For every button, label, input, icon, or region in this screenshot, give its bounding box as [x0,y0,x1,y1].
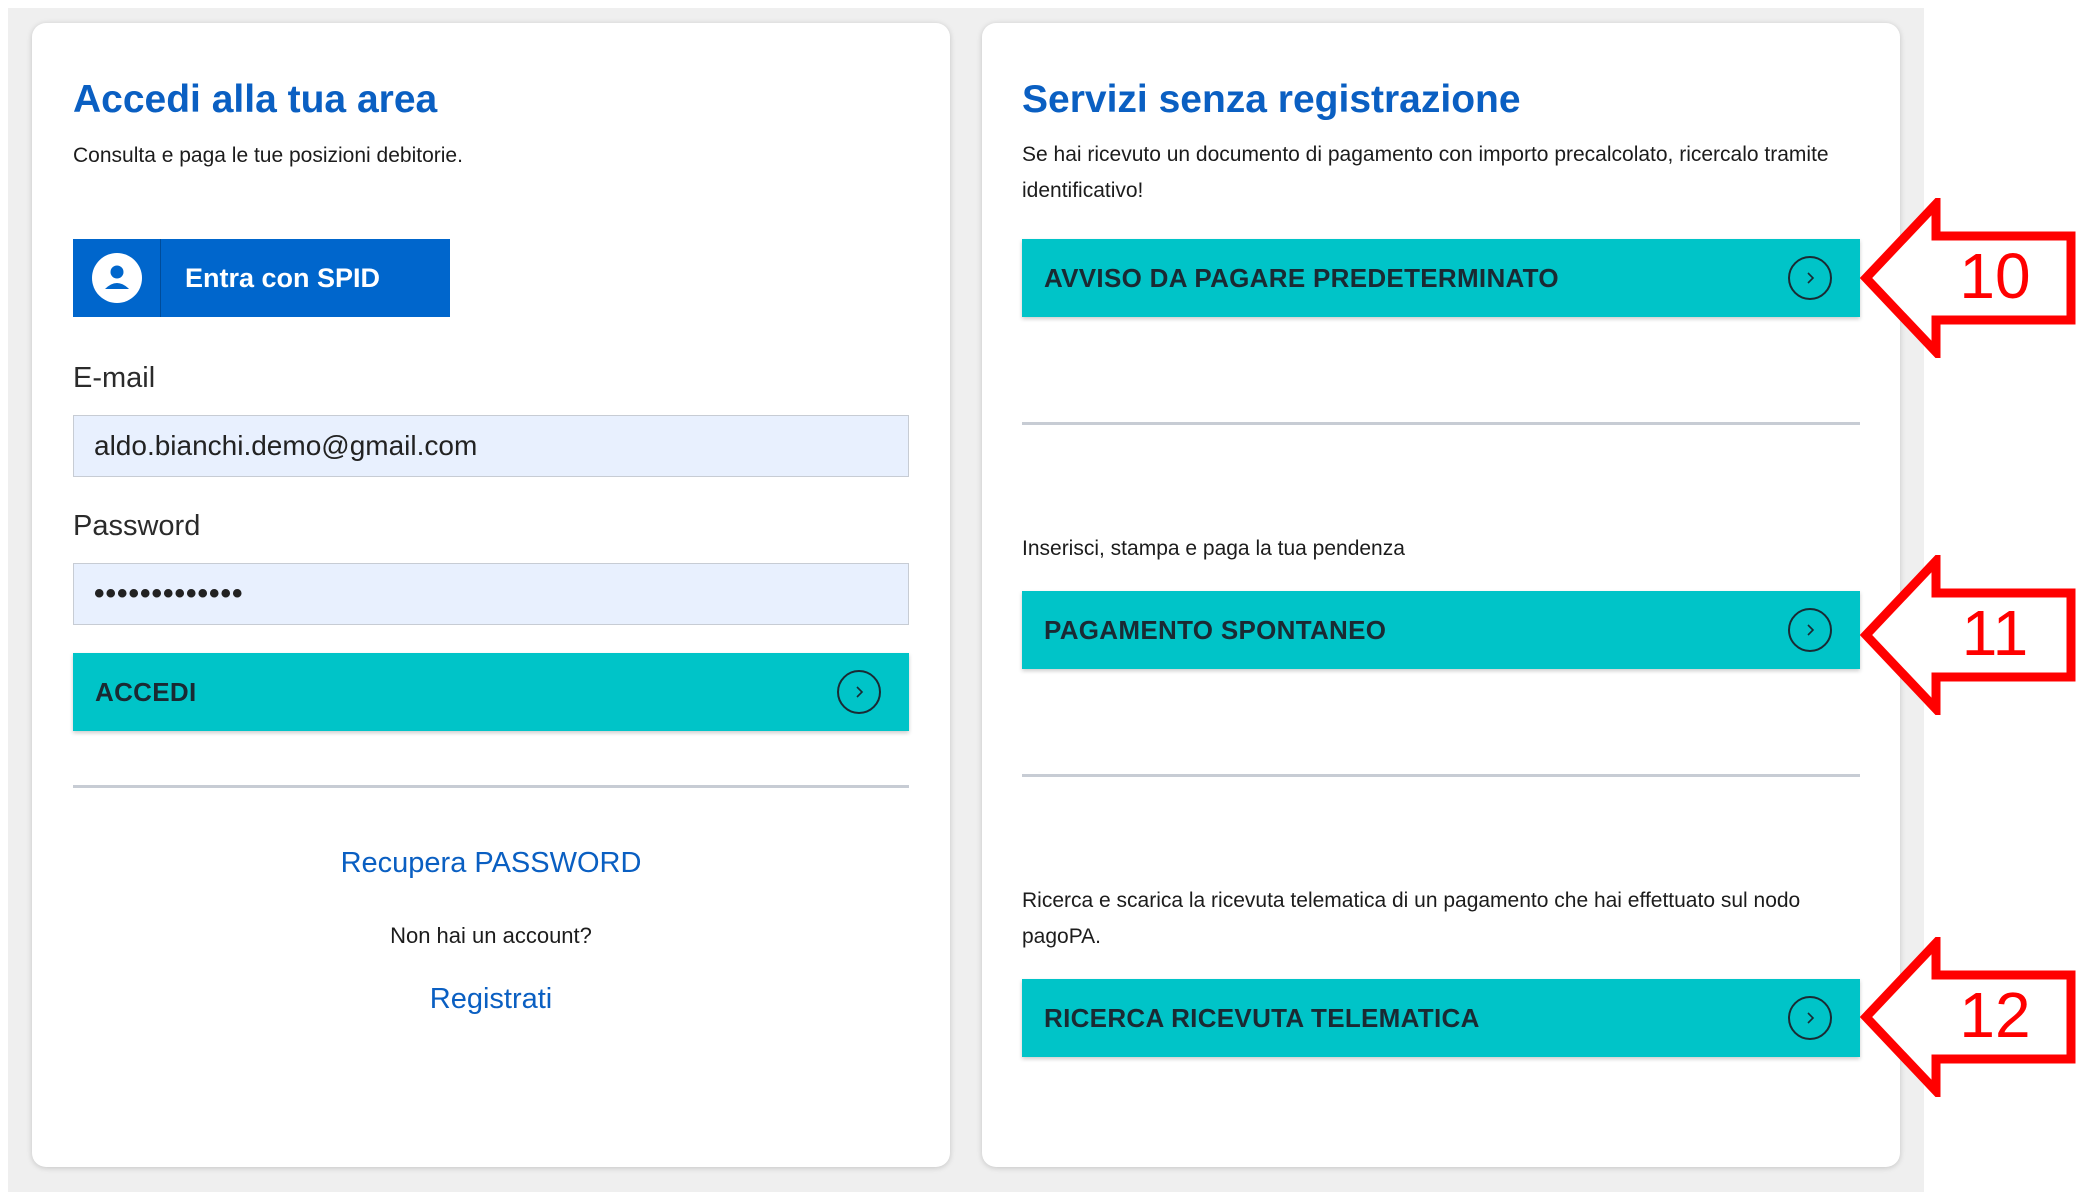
spid-icon-container [73,239,161,317]
service-description-spontaneo: Inserisci, stampa e paga la tua pendenza [1022,537,1405,560]
login-subtitle: Consulta e paga le tue posizioni debitor… [73,144,463,167]
accedi-button[interactable]: ACCEDI [73,653,909,731]
password-value: ••••••••••••• [94,577,244,610]
login-title: Accedi alla tua area [73,78,438,121]
ricerca-ricevuta-button[interactable]: RICERCA RICEVUTA TELEMATICA [1022,979,1860,1057]
login-divider [73,785,909,788]
email-field[interactable]: aldo.bianchi.demo@gmail.com [73,415,909,477]
callout-number: 11 [1961,597,2029,669]
services-title: Servizi senza registrazione [1022,78,1521,121]
password-field[interactable]: ••••••••••••• [73,563,909,625]
services-divider-1 [1022,422,1860,425]
accedi-label: ACCEDI [95,676,197,707]
service-description-avviso: Se hai ricevuto un documento di pagament… [1022,143,1829,202]
user-icon [91,253,142,303]
chevron-right-icon [1788,996,1832,1040]
avviso-predeterminato-button[interactable]: AVVISO DA PAGARE PREDETERMINATO [1022,239,1860,317]
password-label: Password [73,510,201,542]
pagamento-spontaneo-button[interactable]: PAGAMENTO SPONTANEO [1022,591,1860,669]
email-value: aldo.bianchi.demo@gmail.com [94,430,478,461]
recover-password-link[interactable]: Recupera PASSWORD [73,847,909,880]
services-divider-2 [1022,774,1860,777]
no-account-text: Non hai un account? [390,923,592,948]
chevron-right-icon [1788,256,1832,300]
spid-login-button[interactable]: Entra con SPID [73,239,450,317]
ricerca-ricevuta-label: RICERCA RICEVUTA TELEMATICA [1044,1002,1480,1033]
callout-number: 12 [1959,979,2031,1051]
callout-arrow-12: 12 [1859,931,2077,1103]
callout-arrow-11: 11 [1859,549,2077,721]
register-link[interactable]: Registrati [73,983,909,1016]
callout-arrow-10: 10 [1859,192,2077,364]
avviso-predeterminato-label: AVVISO DA PAGARE PREDETERMINATO [1044,262,1559,293]
service-description-ricevuta: Ricerca e scarica la ricevuta telematica… [1022,889,1801,948]
chevron-right-icon [1788,608,1832,652]
chevron-right-icon [837,670,881,714]
pagamento-spontaneo-label: PAGAMENTO SPONTANEO [1044,614,1387,645]
spid-label: Entra con SPID [185,262,381,293]
email-label: E-mail [73,362,156,394]
callout-number: 10 [1959,240,2031,312]
